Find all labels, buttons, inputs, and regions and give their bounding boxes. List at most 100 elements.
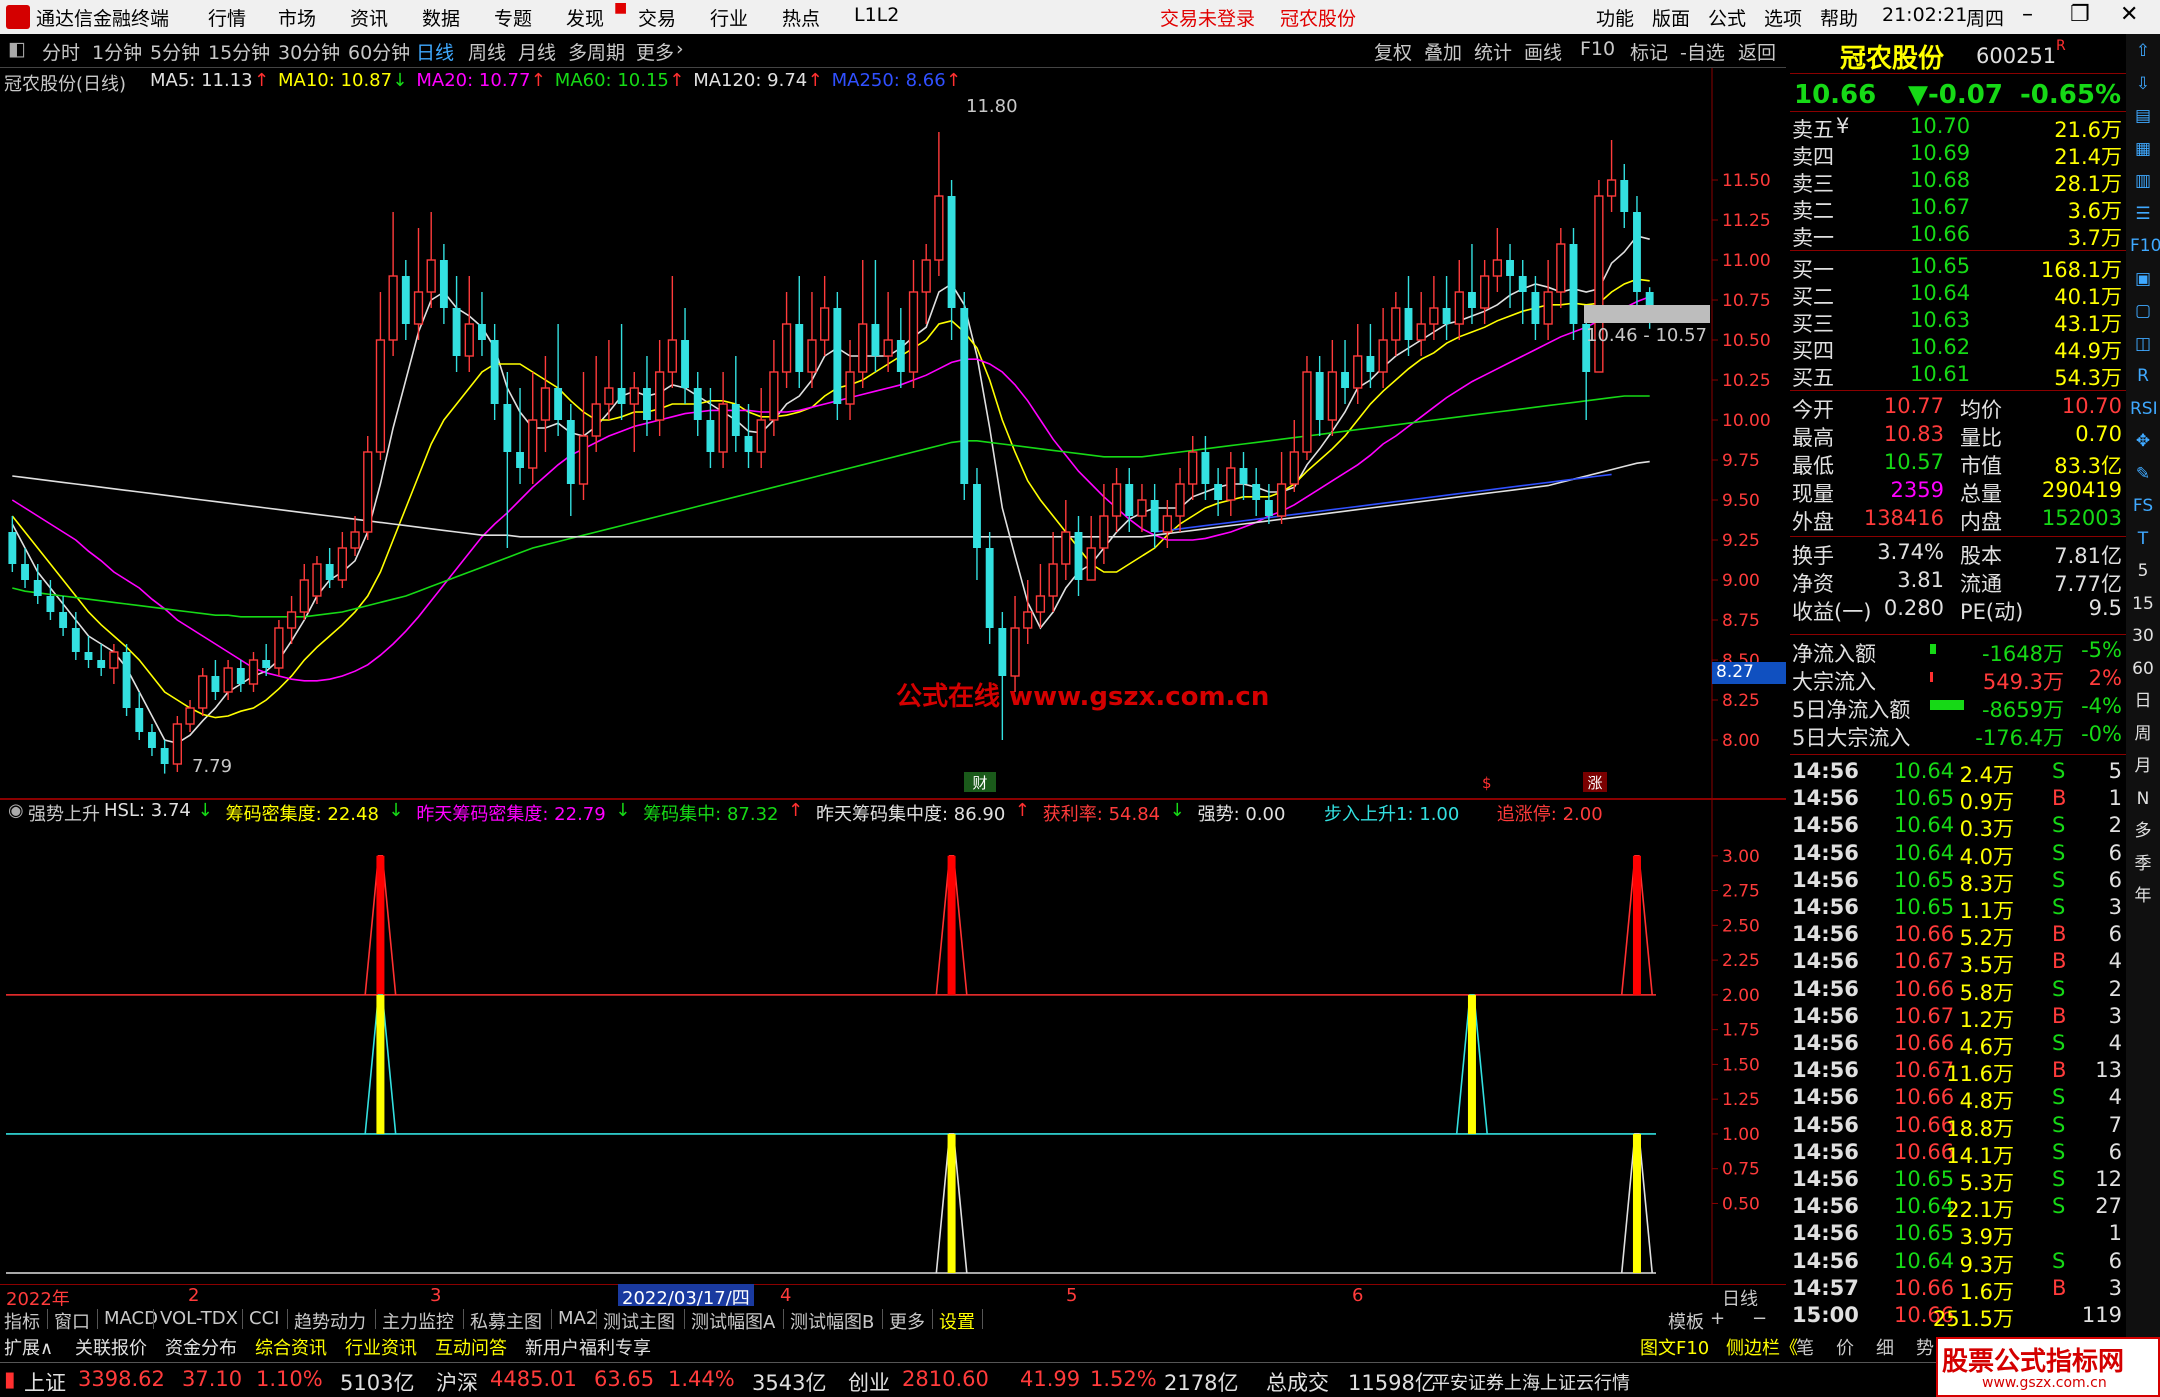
15-icon[interactable]: 15 <box>2130 591 2156 617</box>
chart-area[interactable]: 3.00 2.75 2.50 2.25 2.00 1.75 1.50 1.25 1.00 0.75… <box>0 68 1786 1306</box>
--icon[interactable]: 季 <box>2130 851 2156 877</box>
n-icon[interactable]: N <box>2130 786 2156 812</box>
extension-tab[interactable]: 新用户福利专享 <box>525 1334 651 1360</box>
indicator-tab[interactable]: 测试幅图A <box>691 1308 775 1334</box>
period-monthly[interactable]: 月线 <box>518 38 556 65</box>
--icon[interactable]: 月 <box>2130 753 2156 779</box>
period-daily[interactable]: 日线 <box>416 38 454 65</box>
period-30min[interactable]: 30分钟 <box>278 38 340 65</box>
indicator-tab[interactable]: 指标 <box>4 1308 40 1334</box>
btn-biaoji[interactable]: 标记 <box>1630 38 1668 65</box>
tab-shi[interactable]: 势 <box>1916 1334 1934 1360</box>
indicator-tab[interactable]: MA2 <box>558 1308 597 1329</box>
indicator-tab[interactable]: 趋势动力 <box>294 1308 366 1334</box>
period-15min[interactable]: 15分钟 <box>208 38 270 65</box>
extension-tab[interactable]: 综合资讯 <box>255 1334 327 1360</box>
menu-item-shuju[interactable]: 数据 <box>422 4 460 31</box>
btn-huaxian[interactable]: 画线 <box>1524 38 1562 65</box>
extension-tab[interactable]: 资金分布 <box>165 1334 237 1360</box>
list-icon[interactable]: ☰ <box>2130 201 2156 227</box>
extension-tab[interactable]: 行业资讯 <box>345 1334 417 1360</box>
f10-icon[interactable]: F10 <box>2130 233 2160 259</box>
rsi-icon[interactable]: RSI <box>2130 396 2158 422</box>
btn-tongji[interactable]: 统计 <box>1474 38 1512 65</box>
table-icon[interactable]: ▦ <box>2130 136 2156 162</box>
indicator-tab[interactable]: MACD <box>104 1308 158 1329</box>
extension-tab[interactable]: 互动问答 <box>435 1334 507 1360</box>
indicator-tab[interactable]: 更多 <box>889 1308 925 1334</box>
menu-item-zixun[interactable]: 资讯 <box>350 4 388 31</box>
marker-s[interactable]: $ <box>1482 774 1492 792</box>
btn-diejia[interactable]: 叠加 <box>1424 38 1462 65</box>
tab-xi[interactable]: 细 <box>1876 1334 1894 1360</box>
tab-jia[interactable]: 价 <box>1836 1334 1854 1360</box>
--icon[interactable]: 日 <box>2130 688 2156 714</box>
--icon[interactable]: 多 <box>2130 818 2156 844</box>
chevron-right-icon[interactable]: › <box>676 38 684 60</box>
btn-f10[interactable]: F10 <box>1580 38 1615 60</box>
menu-item-jiaoyi[interactable]: 交易 <box>638 4 676 31</box>
indicator-tab[interactable]: VOL-TDX <box>160 1308 238 1329</box>
hs-label[interactable]: 沪深 <box>436 1367 478 1397</box>
--icon[interactable]: 年 <box>2130 883 2156 909</box>
indicator-tab[interactable]: CCI <box>249 1308 279 1329</box>
period-1min[interactable]: 1分钟 <box>92 38 142 65</box>
period-60min[interactable]: 60分钟 <box>348 38 410 65</box>
btn-zixuan[interactable]: -自选 <box>1680 38 1725 65</box>
60-icon[interactable]: 60 <box>2130 656 2156 682</box>
btn-fanhui[interactable]: 返回 <box>1738 38 1776 65</box>
chart-icon[interactable]: ▤ <box>2130 103 2156 129</box>
template-tab[interactable]: + <box>1710 1308 1725 1329</box>
menu-item-l1l2[interactable]: L1L2 <box>854 4 899 26</box>
menu-item-faxian[interactable]: 发现 <box>566 4 604 31</box>
doc-icon[interactable]: ▣ <box>2130 266 2156 292</box>
menu-item-gongneng[interactable]: 功能 <box>1596 4 1634 31</box>
btn-fuquan[interactable]: 复权 <box>1374 38 1412 65</box>
5-icon[interactable]: 5 <box>2130 558 2156 584</box>
down-arrow-icon[interactable]: ⇩ <box>2130 71 2156 97</box>
period-multi[interactable]: 多周期 <box>568 38 625 65</box>
indicator-tab[interactable]: 测试主图 <box>603 1308 675 1334</box>
move-icon[interactable]: ✥ <box>2130 428 2156 454</box>
cy-label[interactable]: 创业 <box>848 1367 890 1397</box>
minimize-icon[interactable]: – <box>2022 2 2033 27</box>
--icon[interactable]: 周 <box>2130 721 2156 747</box>
marker-cai[interactable]: 财 <box>964 772 996 792</box>
tick-list[interactable]: 14:56 10.64 2.4万 S 5 14:56 10.65 0.9万 B 1 14:56 10.… <box>1790 754 2126 1354</box>
toggle-panel-icon[interactable]: ◧ <box>8 38 26 60</box>
indicator-tab[interactable]: 测试幅图B <box>790 1308 874 1334</box>
legend-settings-icon[interactable]: ◉ <box>8 800 24 821</box>
indicator-tab[interactable]: 私募主图 <box>470 1308 542 1334</box>
period-fenshi[interactable]: 分时 <box>42 38 80 65</box>
menu-item-shichang[interactable]: 市场 <box>278 4 316 31</box>
doc2-icon[interactable]: ▢ <box>2130 298 2156 324</box>
sh-label[interactable]: 上证 <box>24 1367 66 1397</box>
pencil-icon[interactable]: ✎ <box>2130 461 2156 487</box>
t-icon[interactable]: T <box>2130 526 2156 552</box>
menu-item-banmian[interactable]: 版面 <box>1652 4 1690 31</box>
menu-item-hangqing[interactable]: 行情 <box>208 4 246 31</box>
menu-item-hangye[interactable]: 行业 <box>710 4 748 31</box>
r-icon[interactable]: R <box>2130 363 2156 389</box>
tab-bi[interactable]: 笔 <box>1796 1334 1814 1360</box>
extension-tab[interactable]: 扩展∧ <box>4 1334 53 1360</box>
menu-item-xuanxiang[interactable]: 选项 <box>1764 4 1802 31</box>
period-weekly[interactable]: 周线 <box>468 38 506 65</box>
up-arrow-icon[interactable]: ⇧ <box>2130 38 2156 64</box>
bars-icon[interactable]: ▥ <box>2130 168 2156 194</box>
menu-item-gongshi[interactable]: 公式 <box>1708 4 1746 31</box>
menu-item-bangzhu[interactable]: 帮助 <box>1820 4 1858 31</box>
close-icon[interactable]: ✕ <box>2120 2 2138 27</box>
period-5min[interactable]: 5分钟 <box>150 38 200 65</box>
template-tab[interactable]: 模板 <box>1668 1308 1704 1334</box>
tab-sidebar[interactable]: 侧边栏《 <box>1726 1334 1798 1360</box>
indicator-tab[interactable]: 主力监控 <box>382 1308 454 1334</box>
menu-item-zhuanti[interactable]: 专题 <box>494 4 532 31</box>
extension-tab[interactable]: 关联报价 <box>75 1334 147 1360</box>
tab-tuwen-f10[interactable]: 图文F10 <box>1640 1334 1709 1360</box>
marker-zhang[interactable]: 涨 <box>1583 772 1607 792</box>
template-tab[interactable]: − <box>1752 1308 1767 1329</box>
restore-icon[interactable]: ❐ <box>2070 2 2090 27</box>
indicator-tab[interactable]: 设置 <box>939 1308 975 1334</box>
chart2-icon[interactable]: ◫ <box>2130 331 2156 357</box>
